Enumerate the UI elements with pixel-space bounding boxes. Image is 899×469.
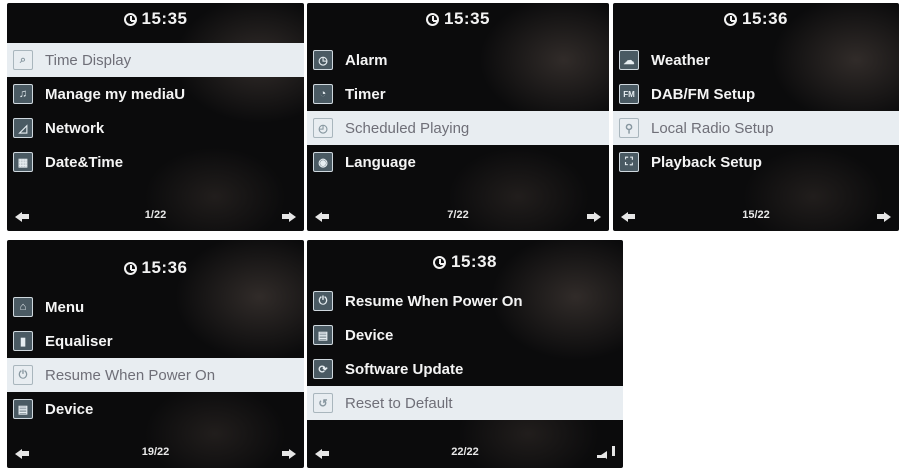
page-indicator: 19/22 — [141, 446, 170, 458]
menu-item-label: Weather — [651, 51, 710, 69]
menu-item-label: Playback Setup — [651, 153, 762, 171]
screen-panel: 15:36 ⌂ Menu ▮ Equaliser ⏻ Resume When Powe… — [7, 240, 304, 468]
device-icon: ▤ — [13, 399, 33, 419]
clock-display: 15:38 — [307, 252, 623, 272]
menu-item-label: Software Update — [345, 360, 464, 378]
clock-display: 15:36 — [613, 9, 899, 29]
menu-item-device[interactable]: ▤ Device — [7, 392, 304, 426]
menu-item-label: Device — [45, 400, 94, 418]
menu-item-label: Device — [345, 326, 394, 344]
arrow-right-icon[interactable] — [282, 449, 296, 459]
footer-bar: 1/22 — [7, 207, 304, 227]
weather-icon: ☁ — [619, 50, 639, 70]
menu-item-label: Alarm — [345, 51, 388, 69]
menu-item-label: Local Radio Setup — [651, 119, 774, 137]
alarm-clock-icon — [123, 262, 137, 275]
alarm-clock-icon — [433, 256, 446, 269]
menu-item-label: Manage my mediaU — [45, 85, 186, 103]
menu-item-scheduled-playing[interactable]: ◴ Scheduled Playing — [307, 111, 609, 145]
page-indicator: 15/22 — [742, 209, 770, 221]
menu-item-device[interactable]: ▤ Device — [307, 318, 623, 352]
menu-item-reset-to-default[interactable]: ↺ Reset to Default — [307, 386, 623, 420]
alarm-clock-icon — [426, 13, 439, 26]
clock-display: 15:35 — [7, 9, 304, 29]
menu-item-label: Timer — [345, 85, 386, 103]
arrow-right-icon[interactable] — [587, 212, 601, 222]
page-indicator: 7/22 — [447, 209, 469, 221]
language-icon: ◉ — [313, 152, 333, 172]
menu-item-label: Date&Time — [45, 153, 124, 171]
menu-item-label: DAB/FM Setup — [651, 85, 756, 103]
clock-display: 15:35 — [307, 9, 609, 29]
menu-item-menu[interactable]: ⌂ Menu — [7, 290, 304, 324]
menu-item-time-display[interactable]: ⌕ Time Display — [7, 43, 304, 77]
clock-time: 15:36 — [742, 9, 788, 28]
menu-item-timer[interactable]: ◔ Timer — [307, 77, 609, 111]
device-icon: ▤ — [313, 325, 333, 345]
fm-icon: FM — [619, 84, 639, 104]
page-indicator: 22/22 — [451, 446, 479, 458]
menu-item-local-radio-setup[interactable]: ⚲ Local Radio Setup — [613, 111, 899, 145]
reset-icon: ↺ — [313, 393, 333, 413]
menu-item-resume-when-power-on[interactable]: ⏻ Resume When Power On — [307, 284, 623, 318]
calendar-icon: ▦ — [13, 152, 33, 172]
footer-bar: 7/22 — [307, 207, 609, 227]
menu-item-equaliser[interactable]: ▮ Equaliser — [7, 324, 304, 358]
menu-item-label: Reset to Default — [345, 394, 453, 412]
alarm-clock-icon — [724, 13, 737, 26]
menu-item-dab-fm-setup[interactable]: FM DAB/FM Setup — [613, 77, 899, 111]
network-icon: ◿ — [13, 118, 33, 138]
clock-time: 15:38 — [451, 252, 497, 271]
clock-time: 15:36 — [141, 258, 188, 277]
footer-bar: 15/22 — [613, 207, 899, 227]
page-indicator: 1/22 — [144, 209, 167, 221]
menu-item-label: Scheduled Playing — [345, 119, 470, 137]
schedule-icon: ◴ — [313, 118, 333, 138]
local-radio-icon: ⚲ — [619, 118, 639, 138]
clock-display: 15:36 — [7, 258, 304, 278]
playback-icon: ⛶ — [619, 152, 639, 172]
menu-item-date-time[interactable]: ▦ Date&Time — [7, 145, 304, 179]
menu-item-alarm[interactable]: ◷ Alarm — [307, 43, 609, 77]
menu-item-label: Resume When Power On — [345, 292, 523, 310]
clock-search-icon: ⌕ — [13, 50, 33, 70]
alarm-icon: ◷ — [313, 50, 333, 70]
menu-item-software-update[interactable]: ⟳ Software Update — [307, 352, 623, 386]
timer-icon: ◔ — [313, 84, 333, 104]
menu-item-label: Time Display — [45, 51, 132, 69]
menu-item-resume-when-power-on[interactable]: ⏻ Resume When Power On — [7, 358, 304, 392]
arrow-right-icon[interactable] — [282, 212, 296, 222]
menu-item-label: Language — [345, 153, 416, 171]
menu-item-network[interactable]: ◿ Network — [7, 111, 304, 145]
menu-item-manage-my-mediau[interactable]: ♫ Manage my mediaU — [7, 77, 304, 111]
menu-item-label: Network — [45, 119, 105, 137]
screen-panel: 15:36 ☁ Weather FM DAB/FM Setup ⚲ Local Rad… — [613, 3, 899, 231]
footer-bar: 22/22 — [307, 444, 623, 464]
screen-panel: 15:35 ◷ Alarm ◔ Timer ◴ Scheduled Playing ◉… — [307, 3, 609, 231]
alarm-clock-icon — [123, 13, 137, 26]
menu-item-weather[interactable]: ☁ Weather — [613, 43, 899, 77]
screen-panel: 15:35 ⌕ Time Display ♫ Manage my mediaU ◿ N… — [7, 3, 304, 231]
menu-item-playback-setup[interactable]: ⛶ Playback Setup — [613, 145, 899, 179]
menu-item-label: Menu — [45, 298, 85, 316]
footer-bar: 19/22 — [7, 444, 304, 464]
media-icon: ♫ — [13, 84, 33, 104]
home-icon: ⌂ — [13, 297, 33, 317]
menu-item-language[interactable]: ◉ Language — [307, 145, 609, 179]
menu-item-label: Equaliser — [45, 332, 113, 350]
screen-panel: 15:38 ⏻ Resume When Power On ▤ Device ⟳ Sof… — [307, 240, 623, 468]
update-icon: ⟳ — [313, 359, 333, 379]
arrow-right-icon[interactable] — [877, 212, 891, 222]
clock-time: 15:35 — [444, 9, 490, 28]
menu-item-label: Resume When Power On — [45, 366, 216, 384]
power-icon: ⏻ — [313, 291, 333, 311]
power-icon: ⏻ — [13, 365, 33, 385]
clock-time: 15:35 — [141, 9, 188, 28]
enter-icon[interactable] — [597, 446, 615, 460]
equaliser-icon: ▮ — [13, 331, 33, 351]
